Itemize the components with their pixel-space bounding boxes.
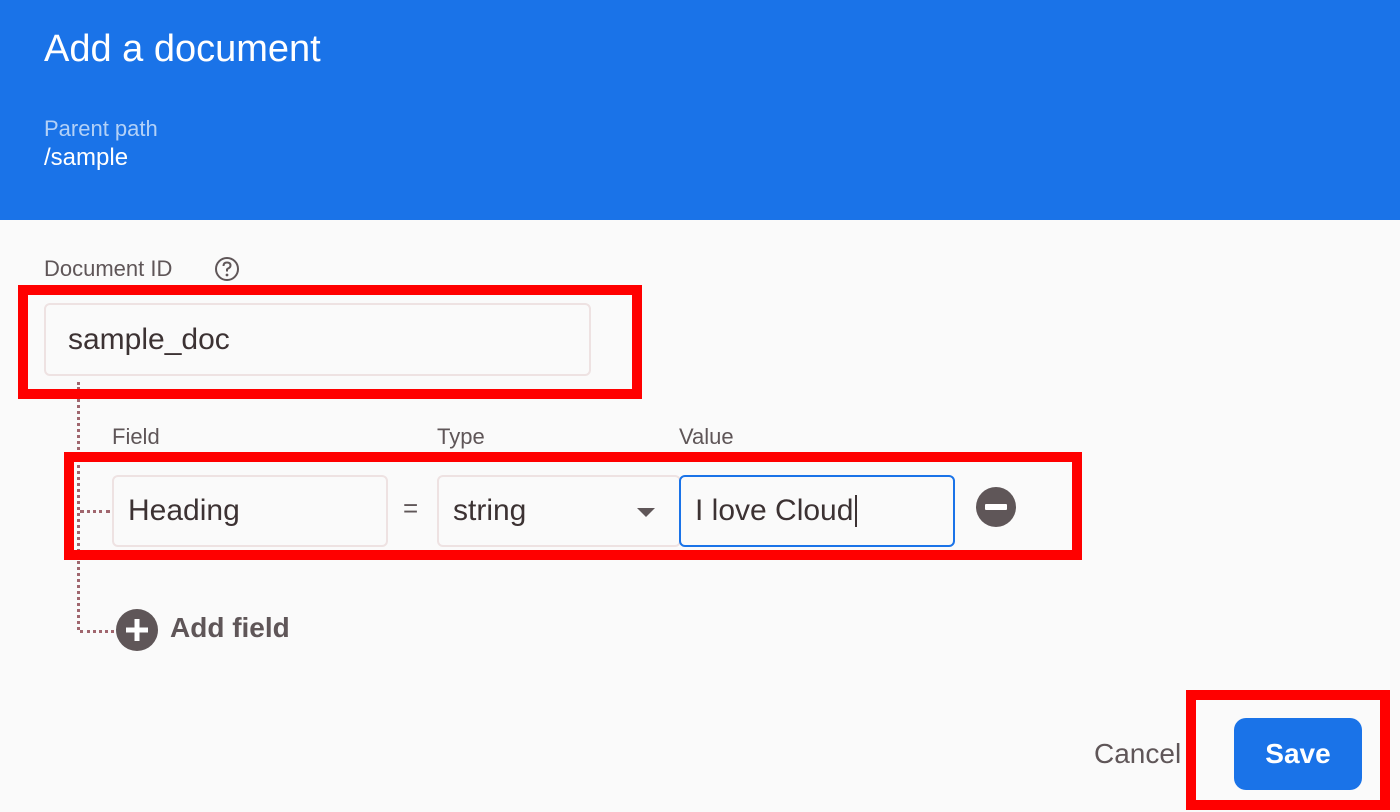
- field-name-value: Heading: [128, 494, 240, 527]
- field-value-input[interactable]: I love Cloud: [679, 475, 955, 547]
- help-circle-icon[interactable]: [214, 256, 240, 282]
- add-circle-icon[interactable]: [116, 609, 158, 651]
- dropdown-caret-icon: [637, 508, 655, 517]
- text-cursor: [855, 495, 858, 527]
- tree-connector-vertical: [77, 382, 80, 630]
- value-column-label: Value: [679, 424, 734, 449]
- tree-connector-add: [80, 630, 114, 633]
- parent-path-label: Parent path: [44, 116, 158, 141]
- field-name-input[interactable]: Heading: [112, 475, 388, 547]
- parent-path-value: /sample: [44, 144, 129, 171]
- field-type-select[interactable]: string: [437, 475, 681, 547]
- type-column-label: Type: [437, 424, 485, 449]
- field-value-text: I love Cloud: [695, 494, 854, 527]
- cancel-button[interactable]: Cancel: [1094, 738, 1181, 770]
- dialog-title: Add a document: [44, 28, 321, 70]
- add-field-button[interactable]: Add field: [170, 612, 290, 644]
- equals-sign: =: [403, 493, 419, 523]
- document-id-input[interactable]: sample_doc: [44, 303, 591, 376]
- dialog-header: Add a document Parent path /sample: [0, 0, 1400, 220]
- remove-circle-icon[interactable]: [976, 487, 1016, 527]
- document-id-label: Document ID: [44, 256, 173, 281]
- field-column-label: Field: [112, 424, 160, 449]
- tree-connector-field: [80, 510, 110, 513]
- document-id-value: sample_doc: [68, 322, 230, 356]
- save-button[interactable]: Save: [1234, 718, 1362, 790]
- field-type-value: string: [453, 494, 527, 527]
